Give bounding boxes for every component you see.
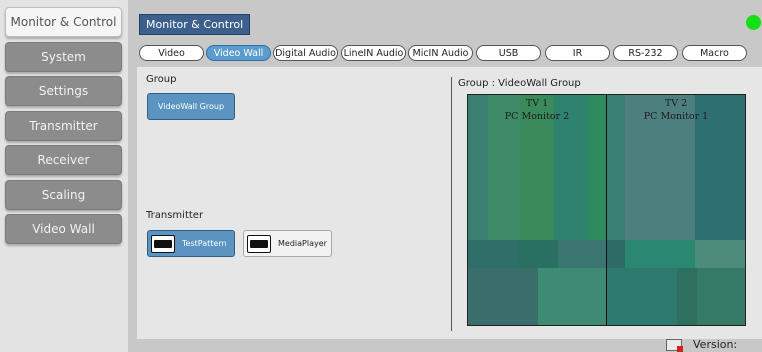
tab-usb[interactable]: USB bbox=[476, 45, 541, 61]
sidebar-item-monitor-control[interactable]: Monitor & Control bbox=[5, 7, 122, 37]
sidebar-item-label: System bbox=[41, 50, 86, 64]
version-label: Version: bbox=[693, 338, 738, 351]
wall-title: Group : VideoWall Group bbox=[458, 78, 581, 89]
sidebar-item-receiver[interactable]: Receiver bbox=[5, 145, 122, 175]
tab-digital-audio[interactable]: Digital Audio bbox=[273, 45, 338, 61]
screen-2[interactable]: TV 2 PC Monitor 1 bbox=[607, 97, 745, 123]
screen-divider bbox=[606, 95, 607, 325]
screen-1[interactable]: TV 1 PC Monitor 2 bbox=[468, 97, 606, 123]
sidebar-item-scaling[interactable]: Scaling bbox=[5, 180, 122, 210]
tab-video-wall[interactable]: Video Wall bbox=[206, 45, 271, 61]
group-section-label: Group bbox=[146, 74, 177, 85]
tab-rs232[interactable]: RS-232 bbox=[613, 45, 678, 61]
screen-tv-label: TV 2 bbox=[664, 98, 688, 109]
sidebar-item-label: Transmitter bbox=[29, 119, 98, 133]
tab-ir[interactable]: IR bbox=[545, 45, 610, 61]
group-button-videowall[interactable]: VideoWall Group bbox=[147, 93, 235, 120]
transmitter-button-mediaplayer[interactable]: MediaPlayer bbox=[243, 230, 332, 257]
keyboard-icon[interactable] bbox=[666, 339, 683, 352]
transmitter-name: TestPattern bbox=[182, 239, 227, 248]
sidebar-item-settings[interactable]: Settings bbox=[5, 76, 122, 106]
status-indicator bbox=[746, 15, 761, 30]
tab-macro[interactable]: Macro bbox=[682, 45, 747, 61]
tab-linein-audio[interactable]: LineIN Audio bbox=[341, 45, 406, 61]
sidebar-item-transmitter[interactable]: Transmitter bbox=[5, 111, 122, 141]
sidebar-item-label: Monitor & Control bbox=[10, 15, 117, 29]
tab-micin-audio[interactable]: MicIN Audio bbox=[408, 45, 473, 61]
sidebar-item-label: Video Wall bbox=[32, 222, 95, 236]
projector-icon bbox=[151, 234, 175, 253]
video-wall-preview[interactable]: TV 1 PC Monitor 2 TV 2 PC Monitor 1 bbox=[467, 94, 746, 326]
transmitter-button-testpattern[interactable]: TestPattern bbox=[147, 230, 235, 257]
sidebar-item-label: Scaling bbox=[41, 188, 86, 202]
projector-icon bbox=[247, 234, 271, 253]
transmitter-name: MediaPlayer bbox=[278, 239, 327, 248]
sidebar: Monitor & Control System Settings Transm… bbox=[0, 0, 128, 352]
sidebar-item-system[interactable]: System bbox=[5, 42, 122, 72]
screen-tv-label: TV 1 bbox=[525, 98, 549, 109]
panel-divider bbox=[451, 77, 452, 331]
sidebar-item-label: Receiver bbox=[37, 153, 90, 167]
sidebar-item-label: Settings bbox=[38, 84, 89, 98]
tab-video[interactable]: Video bbox=[139, 45, 204, 61]
screen-source-label: PC Monitor 2 bbox=[504, 111, 570, 122]
sidebar-item-video-wall[interactable]: Video Wall bbox=[5, 214, 122, 244]
screen-source-label: PC Monitor 1 bbox=[643, 111, 709, 122]
transmitter-section-label: Transmitter bbox=[146, 210, 204, 221]
page-title: Monitor & Control bbox=[139, 14, 251, 35]
